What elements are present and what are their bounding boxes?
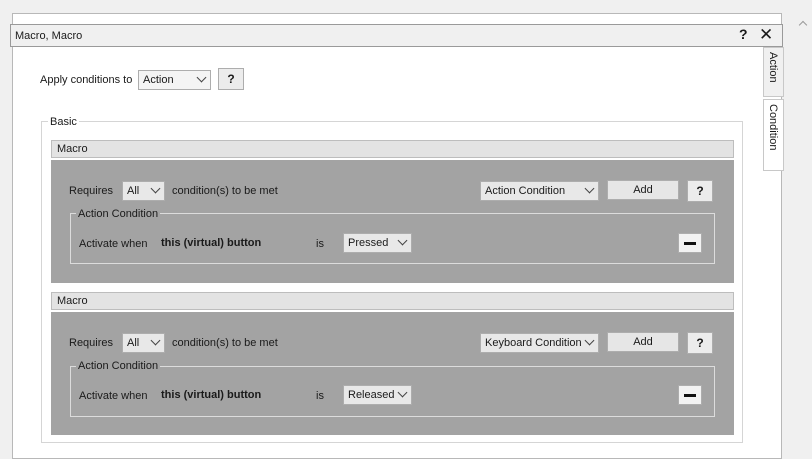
tab-condition-label: Condition bbox=[767, 104, 779, 151]
tab-condition[interactable]: Condition bbox=[763, 99, 784, 171]
scroll-up-arrow-icon[interactable] bbox=[798, 20, 808, 30]
tab-action[interactable]: Action bbox=[763, 47, 784, 97]
section-header: Macro bbox=[51, 140, 734, 158]
action-condition-label: Action Condition bbox=[76, 208, 161, 220]
add-condition-button[interactable]: Add bbox=[607, 180, 679, 200]
activate-when-label: Activate when bbox=[79, 390, 148, 402]
requires-select[interactable]: All bbox=[122, 333, 165, 353]
button-state-value: Pressed bbox=[348, 237, 389, 249]
action-condition-label: Action Condition bbox=[76, 360, 161, 372]
title-help-button[interactable]: ? bbox=[739, 26, 748, 42]
chevron-down-icon bbox=[397, 387, 408, 398]
requires-select[interactable]: All bbox=[122, 181, 165, 201]
condition-type-value: Action Condition bbox=[485, 185, 566, 197]
basic-groupbox-label: Basic bbox=[48, 116, 79, 128]
requires-suffix: condition(s) to be met bbox=[172, 185, 278, 197]
button-state-select[interactable]: Released bbox=[343, 385, 412, 405]
is-label: is bbox=[316, 390, 324, 402]
remove-condition-button[interactable] bbox=[678, 233, 702, 253]
chevron-down-icon bbox=[584, 183, 595, 194]
target-button-label: this (virtual) button bbox=[161, 237, 262, 249]
chevron-down-icon bbox=[196, 72, 207, 83]
condition-section: Requires All condition(s) to be met Acti… bbox=[51, 160, 734, 283]
chevron-down-icon bbox=[584, 335, 595, 346]
chevron-down-icon bbox=[397, 235, 408, 246]
chevron-down-icon bbox=[150, 183, 161, 194]
window-title: Macro, Macro bbox=[15, 30, 83, 42]
requires-value: All bbox=[127, 337, 140, 349]
target-button-label: this (virtual) button bbox=[161, 389, 262, 401]
condition-type-value: Keyboard Condition bbox=[485, 337, 582, 349]
requires-label: Requires bbox=[69, 337, 114, 349]
activate-when-label: Activate when bbox=[79, 238, 148, 250]
apply-conditions-select[interactable]: Action bbox=[138, 70, 211, 90]
section-help-button[interactable]: ? bbox=[687, 180, 713, 202]
remove-condition-button[interactable] bbox=[678, 385, 702, 405]
section-help-button[interactable]: ? bbox=[687, 332, 713, 354]
condition-section: Requires All condition(s) to be met Keyb… bbox=[51, 312, 734, 435]
button-state-value: Released bbox=[348, 389, 395, 401]
button-state-select[interactable]: Pressed bbox=[343, 233, 412, 253]
is-label: is bbox=[316, 238, 324, 250]
condition-type-select[interactable]: Action Condition bbox=[480, 181, 599, 201]
tab-action-label: Action bbox=[767, 52, 779, 83]
chevron-down-icon bbox=[150, 335, 161, 346]
title-bar: Macro, Macro ? ✕ bbox=[10, 24, 783, 47]
vertical-tab-strip: Action Condition bbox=[763, 47, 784, 171]
add-condition-button[interactable]: Add bbox=[607, 332, 679, 352]
apply-conditions-value: Action bbox=[143, 74, 174, 86]
requires-label: Requires bbox=[69, 185, 114, 197]
apply-conditions-label: Apply conditions to bbox=[40, 74, 133, 86]
section-header: Macro bbox=[51, 292, 734, 310]
close-button[interactable]: ✕ bbox=[759, 24, 773, 46]
requires-suffix: condition(s) to be met bbox=[172, 337, 278, 349]
apply-help-button[interactable]: ? bbox=[218, 68, 244, 90]
vertical-scrollbar[interactable] bbox=[795, 13, 812, 459]
condition-type-select[interactable]: Keyboard Condition bbox=[480, 333, 599, 353]
requires-value: All bbox=[127, 185, 140, 197]
